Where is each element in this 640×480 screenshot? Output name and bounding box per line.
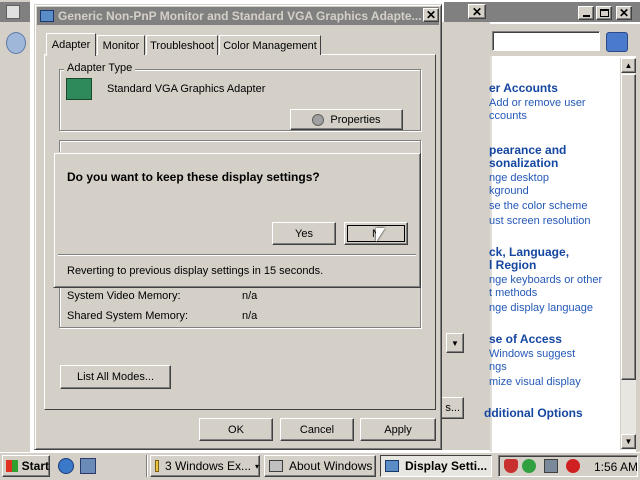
taskbar-item-label: About Windows: [289, 459, 373, 473]
start-button[interactable]: Start: [2, 455, 50, 477]
background-window-panel: [436, 22, 490, 450]
scroll-up-button[interactable]: ▲: [621, 58, 636, 73]
properties-button[interactable]: Properties: [290, 109, 403, 130]
maximize-icon: [599, 9, 609, 17]
adapter-name: Standard VGA Graphics Adapter: [107, 83, 266, 95]
dialog-titlebar: Generic Non-PnP Monitor and Standard VGA…: [37, 7, 439, 25]
task-link[interactable]: t methods: [489, 286, 537, 300]
monitor-icon: [40, 10, 54, 22]
window-icon: [269, 460, 283, 472]
quicklaunch-separator: [146, 455, 148, 477]
info-value: n/a: [242, 310, 258, 322]
task-link[interactable]: nge desktop: [489, 171, 549, 185]
close-icon: ✕: [618, 6, 630, 20]
mouse-cursor-icon: [376, 228, 385, 242]
close-icon: ✕: [425, 8, 437, 22]
revert-countdown-text: Reverting to previous display settings i…: [67, 265, 324, 277]
folder-icon: [155, 460, 159, 472]
close-button[interactable]: ✕: [616, 6, 632, 20]
close-icon: ✕: [471, 4, 483, 19]
alert-icon[interactable]: [566, 459, 580, 473]
category-heading[interactable]: se of Access: [489, 333, 562, 346]
tab-troubleshoot[interactable]: Troubleshoot: [146, 35, 218, 55]
clock[interactable]: 1:56 AM: [594, 460, 638, 474]
scroll-thumb[interactable]: [621, 74, 636, 380]
info-label: System Video Memory:: [67, 290, 181, 302]
tab-color-management[interactable]: Color Management: [219, 35, 321, 55]
window-app-icon: [6, 5, 20, 19]
graphics-card-icon: [66, 78, 92, 100]
address-bar[interactable]: [492, 31, 600, 51]
task-link[interactable]: Add or remove user: [489, 96, 586, 110]
category-heading[interactable]: er Accounts: [489, 82, 558, 95]
task-link[interactable]: ust screen resolution: [489, 214, 591, 228]
update-icon[interactable]: [522, 459, 536, 473]
taskbar-item-label: Display Setti...: [405, 459, 488, 473]
tab-monitor[interactable]: Monitor: [97, 35, 145, 55]
background-window-left: [0, 0, 30, 452]
yes-button[interactable]: Yes: [272, 222, 336, 245]
confirm-separator: [58, 254, 416, 256]
back-arrow-icon[interactable]: [6, 32, 26, 54]
category-heading[interactable]: sonalization: [489, 157, 558, 170]
task-link[interactable]: Windows suggest: [489, 347, 575, 361]
chevron-down-icon: ▾: [254, 461, 259, 471]
monitor-icon: [385, 460, 399, 472]
tab-adapter[interactable]: Adapter: [46, 33, 96, 56]
quick-launch-desktop-icon[interactable]: [80, 458, 96, 474]
task-link[interactable]: kground: [489, 184, 529, 198]
category-heading[interactable]: l Region: [489, 259, 536, 272]
task-link[interactable]: nge keyboards or other: [489, 273, 602, 287]
quick-launch-ie-icon[interactable]: [58, 458, 74, 474]
properties-icon: [312, 113, 325, 126]
apply-button[interactable]: Apply: [360, 418, 436, 441]
dialog-title: Generic Non-PnP Monitor and Standard VGA…: [58, 9, 422, 23]
go-arrow-icon[interactable]: [606, 32, 628, 52]
background-close-button[interactable]: ✕: [468, 4, 486, 19]
security-shield-icon[interactable]: [504, 459, 518, 473]
taskbar-item-display-settings[interactable]: Display Setti...: [380, 455, 492, 477]
arrow-down-icon: ▼: [624, 437, 633, 446]
minimize-button[interactable]: [578, 6, 594, 20]
task-link[interactable]: nge display language: [489, 301, 593, 315]
taskbar-item-about[interactable]: About Windows: [264, 455, 376, 477]
task-link[interactable]: mize visual display: [489, 375, 581, 389]
network-icon[interactable]: [544, 459, 558, 473]
task-link[interactable]: ngs: [489, 360, 507, 374]
taskbar-item-label: 3 Windows Ex...: [164, 459, 251, 473]
taskbar-item-explorer[interactable]: 3 Windows Ex... ▾: [150, 455, 260, 477]
arrow-up-icon: ▲: [624, 61, 633, 70]
ok-button[interactable]: OK: [199, 418, 273, 441]
adapter-type-label: Adapter Type: [64, 62, 136, 74]
windows-logo-icon: [6, 460, 18, 472]
window-frame: [636, 24, 640, 452]
minimize-icon: [582, 15, 590, 17]
maximize-button[interactable]: [596, 6, 612, 20]
dropdown-button[interactable]: ▼: [446, 333, 464, 353]
start-label: Start: [21, 459, 49, 473]
task-link[interactable]: ccounts: [489, 109, 527, 123]
scrollbar[interactable]: ▲ ▼: [620, 58, 636, 450]
info-label: Shared System Memory:: [67, 310, 189, 322]
cancel-button[interactable]: Cancel: [280, 418, 354, 441]
scroll-down-button[interactable]: ▼: [621, 434, 636, 449]
partial-button-label: s...: [445, 402, 460, 414]
list-all-modes-button[interactable]: List All Modes...: [60, 365, 171, 389]
dialog-close-button[interactable]: ✕: [423, 8, 439, 22]
info-value: n/a: [242, 290, 258, 302]
partial-button[interactable]: s...: [440, 397, 464, 419]
chevron-down-icon: ▼: [451, 338, 459, 348]
confirm-question: Do you want to keep these display settin…: [67, 170, 320, 184]
category-heading[interactable]: dditional Options: [484, 407, 583, 420]
properties-label: Properties: [330, 113, 381, 126]
task-link[interactable]: se the color scheme: [489, 199, 587, 213]
